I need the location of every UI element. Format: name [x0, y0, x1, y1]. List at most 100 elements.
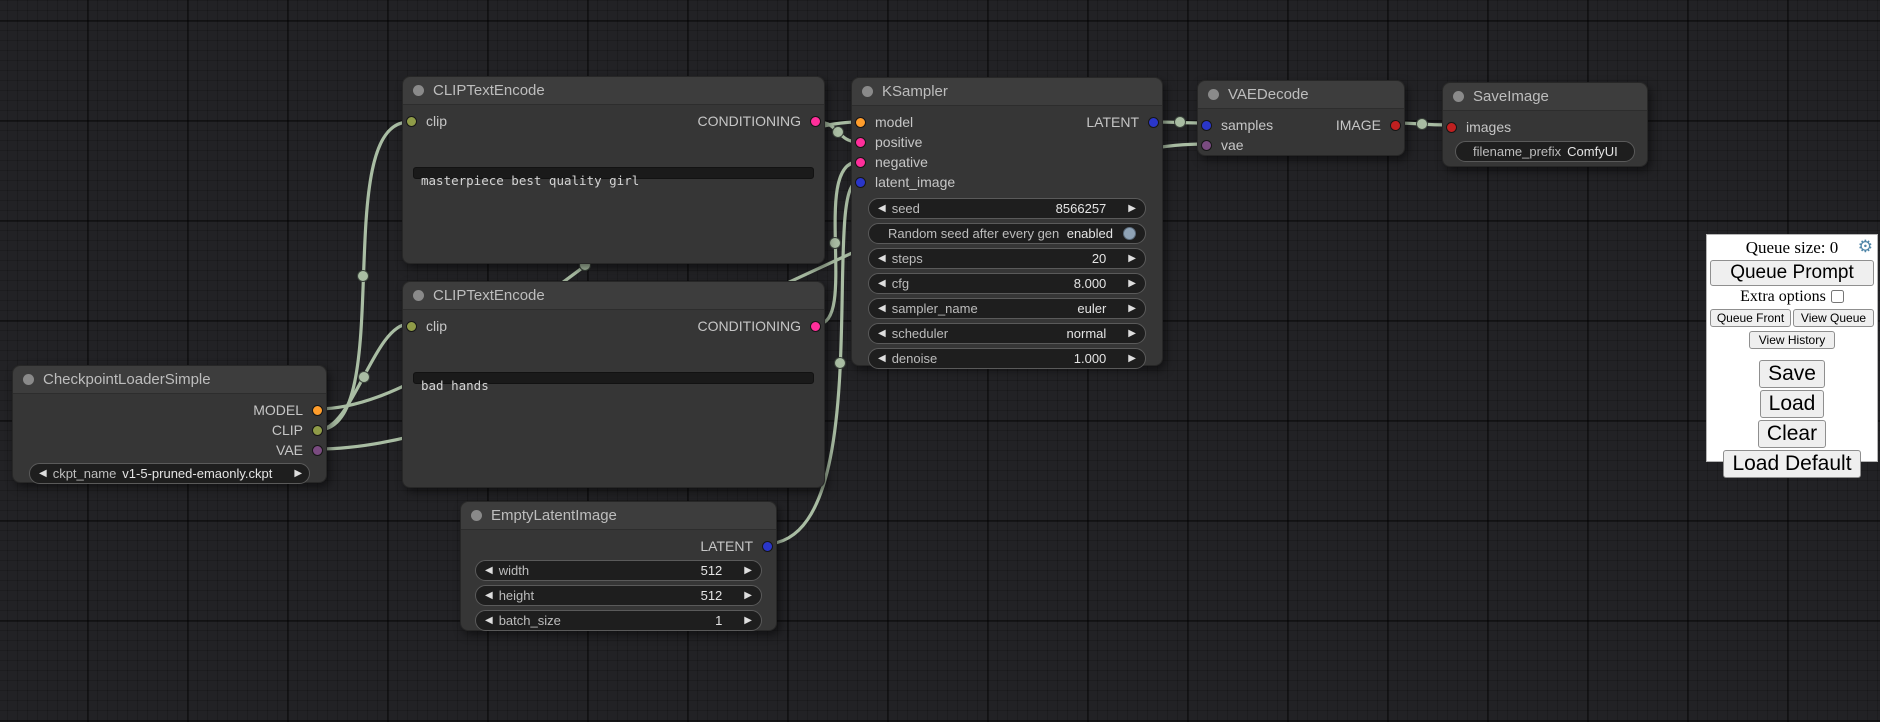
input-slot-vae[interactable]: [1201, 140, 1212, 151]
queue-front-button[interactable]: Queue Front: [1710, 309, 1791, 327]
widget-label: filename_prefix: [1473, 144, 1561, 159]
decrement-arrow-icon[interactable]: ◀: [39, 469, 47, 479]
save-button[interactable]: Save: [1759, 360, 1825, 388]
node-header[interactable]: EmptyLatentImage: [461, 502, 776, 530]
input-label-model: model: [875, 114, 913, 130]
node-empty-latent-image[interactable]: EmptyLatentImage LATENT ◀ width 512 ▶ ◀ …: [460, 501, 777, 631]
input-slot-negative[interactable]: [855, 157, 866, 168]
widget-cfg[interactable]: ◀ cfg 8.000 ▶: [868, 273, 1146, 294]
increment-arrow-icon[interactable]: ▶: [744, 566, 752, 576]
node-clip-text-encode-negative[interactable]: CLIPTextEncode clip CONDITIONING bad han…: [402, 281, 825, 488]
collapse-dot-icon[interactable]: [413, 290, 424, 301]
node-title: CheckpointLoaderSimple: [43, 371, 211, 388]
widget-denoise[interactable]: ◀ denoise 1.000 ▶: [868, 348, 1146, 369]
input-slot-clip[interactable]: [406, 116, 417, 127]
input-slot-model[interactable]: [855, 117, 866, 128]
increment-arrow-icon[interactable]: ▶: [1128, 329, 1136, 339]
input-label-samples: samples: [1221, 117, 1273, 133]
increment-arrow-icon[interactable]: ▶: [744, 616, 752, 626]
prompt-textarea[interactable]: bad hands: [413, 372, 814, 384]
increment-arrow-icon[interactable]: ▶: [1128, 204, 1136, 214]
collapse-dot-icon[interactable]: [413, 85, 424, 96]
output-slot-model[interactable]: [312, 405, 323, 416]
widget-batch-size[interactable]: ◀ batch_size 1 ▶: [475, 610, 762, 631]
input-slot-clip[interactable]: [406, 321, 417, 332]
node-header[interactable]: CLIPTextEncode: [403, 282, 824, 310]
output-slot-vae[interactable]: [312, 445, 323, 456]
toggle-enabled-dot[interactable]: [1123, 227, 1136, 240]
decrement-arrow-icon[interactable]: ◀: [485, 566, 493, 576]
input-slot-positive[interactable]: [855, 137, 866, 148]
load-button[interactable]: Load: [1760, 390, 1825, 418]
output-slot-clip[interactable]: [312, 425, 323, 436]
input-slot-latent-image[interactable]: [855, 177, 866, 188]
node-save-image[interactable]: SaveImage images filename_prefix ComfyUI: [1442, 82, 1648, 167]
widget-label: height: [499, 588, 534, 603]
node-title: KSampler: [882, 83, 948, 100]
widget-filename-prefix[interactable]: filename_prefix ComfyUI: [1455, 141, 1635, 162]
decrement-arrow-icon[interactable]: ◀: [485, 616, 493, 626]
widget-scheduler[interactable]: ◀ scheduler normal ▶: [868, 323, 1146, 344]
decrement-arrow-icon[interactable]: ◀: [878, 304, 886, 314]
node-vae-decode[interactable]: VAEDecode samples IMAGE vae: [1197, 80, 1405, 156]
node-ksampler[interactable]: KSampler model LATENT positive negative …: [851, 77, 1163, 366]
widget-seed[interactable]: ◀ seed 8566257 ▶: [868, 198, 1146, 219]
node-header[interactable]: CheckpointLoaderSimple: [13, 366, 326, 394]
link-midpoint-dot: [830, 238, 841, 249]
extra-options-label: Extra options: [1740, 288, 1826, 305]
increment-arrow-icon[interactable]: ▶: [1128, 279, 1136, 289]
output-slot-latent[interactable]: [762, 541, 773, 552]
decrement-arrow-icon[interactable]: ◀: [485, 591, 493, 601]
node-clip-text-encode-positive[interactable]: CLIPTextEncode clip CONDITIONING masterp…: [402, 76, 825, 264]
widget-ckpt-name[interactable]: ◀ ckpt_name v1-5-pruned-emaonly.ckpt ▶: [29, 463, 310, 484]
node-header[interactable]: KSampler: [852, 78, 1162, 106]
settings-gear-icon[interactable]: ⚙: [1858, 237, 1873, 257]
prompt-textarea[interactable]: masterpiece best quality girl: [413, 167, 814, 179]
decrement-arrow-icon[interactable]: ◀: [878, 254, 886, 264]
node-header[interactable]: VAEDecode: [1198, 81, 1404, 109]
collapse-dot-icon[interactable]: [23, 374, 34, 385]
node-title: VAEDecode: [1228, 86, 1309, 103]
increment-arrow-icon[interactable]: ▶: [294, 469, 302, 479]
widget-height[interactable]: ◀ height 512 ▶: [475, 585, 762, 606]
link-midpoint-dot: [1175, 117, 1186, 128]
output-slot-conditioning[interactable]: [810, 116, 821, 127]
extra-options-checkbox[interactable]: [1831, 290, 1844, 303]
increment-arrow-icon[interactable]: ▶: [744, 591, 752, 601]
widget-value: 20: [1092, 251, 1128, 266]
widget-random-seed-toggle[interactable]: Random seed after every gen enabled: [868, 223, 1146, 244]
view-history-button[interactable]: View History: [1749, 331, 1835, 349]
clear-button[interactable]: Clear: [1758, 420, 1826, 448]
output-slot-conditioning[interactable]: [810, 321, 821, 332]
increment-arrow-icon[interactable]: ▶: [1128, 254, 1136, 264]
collapse-dot-icon[interactable]: [471, 510, 482, 521]
decrement-arrow-icon[interactable]: ◀: [878, 279, 886, 289]
input-label-clip: clip: [426, 113, 447, 129]
collapse-dot-icon[interactable]: [1453, 91, 1464, 102]
collapse-dot-icon[interactable]: [1208, 89, 1219, 100]
view-queue-button[interactable]: View Queue: [1793, 309, 1874, 327]
input-slot-images[interactable]: [1446, 122, 1457, 133]
output-label-model: MODEL: [253, 402, 303, 418]
output-slot-image[interactable]: [1390, 120, 1401, 131]
node-header[interactable]: CLIPTextEncode: [403, 77, 824, 105]
decrement-arrow-icon[interactable]: ◀: [878, 354, 886, 364]
widget-width[interactable]: ◀ width 512 ▶: [475, 560, 762, 581]
queue-prompt-button[interactable]: Queue Prompt: [1710, 260, 1874, 286]
comfyui-canvas[interactable]: { "icons": { "arrow_left": "◀", "arrow_r…: [0, 0, 1880, 722]
node-checkpoint-loader-simple[interactable]: CheckpointLoaderSimple MODEL CLIP VAE ◀ …: [12, 365, 327, 483]
load-default-button[interactable]: Load Default: [1723, 450, 1860, 478]
widget-sampler-name[interactable]: ◀ sampler_name euler ▶: [868, 298, 1146, 319]
widget-value: v1-5-pruned-emaonly.ckpt: [122, 466, 294, 481]
increment-arrow-icon[interactable]: ▶: [1128, 304, 1136, 314]
decrement-arrow-icon[interactable]: ◀: [878, 204, 886, 214]
output-slot-latent[interactable]: [1148, 117, 1159, 128]
decrement-arrow-icon[interactable]: ◀: [878, 329, 886, 339]
input-slot-samples[interactable]: [1201, 120, 1212, 131]
widget-steps[interactable]: ◀ steps 20 ▶: [868, 248, 1146, 269]
node-header[interactable]: SaveImage: [1443, 83, 1647, 111]
collapse-dot-icon[interactable]: [862, 86, 873, 97]
input-label-vae: vae: [1221, 137, 1244, 153]
widget-label: sampler_name: [892, 301, 978, 316]
increment-arrow-icon[interactable]: ▶: [1128, 354, 1136, 364]
